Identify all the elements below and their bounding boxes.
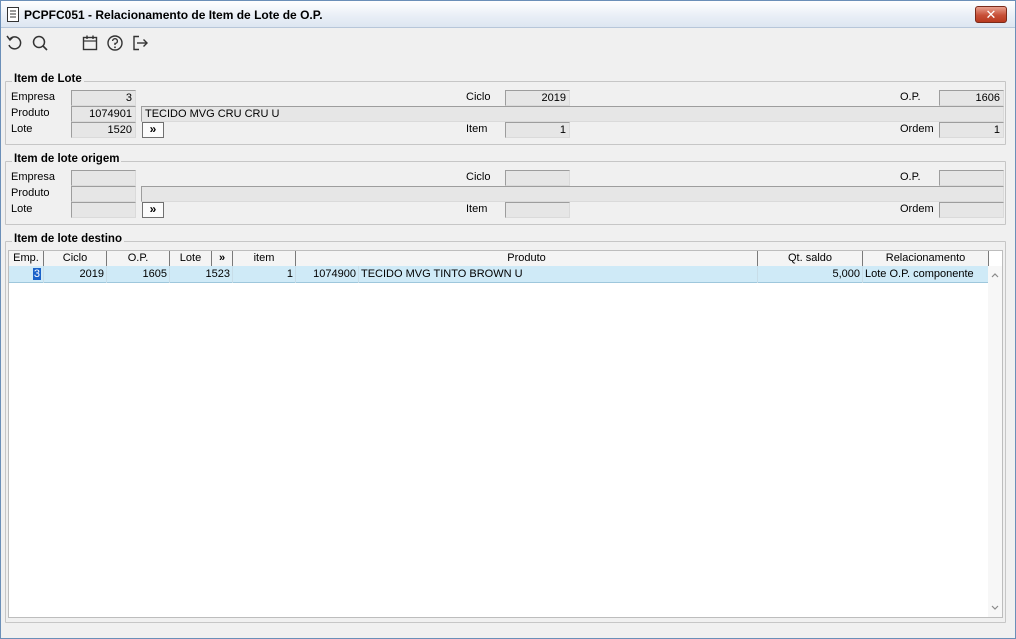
empresa-field[interactable]: 3 (71, 90, 136, 106)
item-field[interactable] (505, 202, 570, 218)
ordem-field[interactable]: 1 (939, 122, 1004, 138)
produto-description-field (141, 186, 1004, 202)
produto-description-field: TECIDO MVG CRU CRU U (141, 106, 1004, 122)
cell-item[interactable]: 1 (233, 266, 296, 283)
grid-header: Emp. Ciclo O.P. Lote » item Produto Qt. … (9, 251, 989, 266)
column-header-qt-saldo[interactable]: Qt. saldo (758, 251, 863, 266)
group-title: Item de lote destino (12, 233, 124, 245)
ciclo-field[interactable]: 2019 (505, 90, 570, 106)
column-header-lote[interactable]: Lote (170, 251, 212, 266)
chevron-up-icon[interactable] (990, 270, 1000, 280)
window-title: PCPFC051 - Relacionamento de Item de Lot… (24, 8, 323, 22)
op-field[interactable]: 1606 (939, 90, 1004, 106)
item-de-lote-group: Item de Lote Empresa 3 Ciclo 2019 O.P. 1… (5, 73, 1006, 145)
table-row[interactable]: 3 2019 1605 1523 1 1074900 TECIDO MVG TI… (9, 266, 989, 283)
item-label: Item (466, 203, 488, 215)
undo-icon[interactable] (5, 33, 25, 53)
produto-label: Produto (11, 187, 50, 199)
cell-relacionamento[interactable]: Lote O.P. componente (863, 266, 989, 283)
op-field[interactable] (939, 170, 1004, 186)
column-header-op[interactable]: O.P. (107, 251, 170, 266)
op-label: O.P. (900, 171, 921, 183)
column-header-emp[interactable]: Emp. (9, 251, 44, 266)
cell-produto-description[interactable]: TECIDO MVG TINTO BROWN U (359, 266, 758, 283)
lote-label: Lote (11, 203, 33, 215)
lote-field[interactable]: 1520 (71, 122, 136, 138)
lote-lookup-button[interactable]: » (142, 202, 164, 218)
item-label: Item (466, 123, 488, 135)
help-icon[interactable] (105, 33, 125, 53)
ciclo-field[interactable] (505, 170, 570, 186)
destino-grid[interactable]: Emp. Ciclo O.P. Lote » item Produto Qt. … (8, 250, 1003, 618)
ordem-label: Ordem (900, 203, 934, 215)
cell-op[interactable]: 1605 (107, 266, 170, 283)
close-icon: ✕ (985, 7, 997, 22)
item-field[interactable]: 1 (505, 122, 570, 138)
item-de-lote-origem-group: Item de lote origem Empresa Ciclo O.P. P… (5, 153, 1006, 225)
chevron-down-icon[interactable] (990, 603, 1000, 613)
produto-code-field[interactable] (71, 186, 136, 202)
produto-label: Produto (11, 107, 50, 119)
search-icon[interactable] (30, 33, 50, 53)
exit-icon[interactable] (130, 33, 150, 53)
lote-label: Lote (11, 123, 33, 135)
empresa-field[interactable] (71, 170, 136, 186)
toolbar (2, 29, 1014, 59)
title-bar: PCPFC051 - Relacionamento de Item de Lot… (1, 1, 1015, 28)
group-title: Item de lote origem (12, 153, 122, 165)
group-title: Item de Lote (12, 73, 84, 85)
cell-lote[interactable]: 1523 (170, 266, 233, 283)
op-label: O.P. (900, 91, 921, 103)
lote-lookup-button[interactable]: » (142, 122, 164, 138)
cell-qt-saldo[interactable]: 5,000 (758, 266, 863, 283)
empresa-label: Empresa (11, 171, 56, 183)
column-header-produto[interactable]: Produto (296, 251, 758, 266)
cell-produto-code[interactable]: 1074900 (296, 266, 359, 283)
calendar-icon[interactable] (80, 33, 100, 53)
ordem-field[interactable] (939, 202, 1004, 218)
ciclo-label: Ciclo (466, 91, 491, 103)
cell-emp[interactable]: 3 (9, 266, 44, 283)
column-header-relacionamento[interactable]: Relacionamento (863, 251, 989, 266)
ciclo-label: Ciclo (466, 171, 491, 183)
vertical-scrollbar[interactable] (988, 266, 1002, 617)
application-window: PCPFC051 - Relacionamento de Item de Lot… (0, 0, 1016, 639)
document-icon (7, 7, 19, 22)
cell-ciclo[interactable]: 2019 (44, 266, 107, 283)
column-header-lookup[interactable]: » (212, 251, 233, 266)
lote-field[interactable] (71, 202, 136, 218)
column-header-ciclo[interactable]: Ciclo (44, 251, 107, 266)
column-header-item[interactable]: item (233, 251, 296, 266)
ordem-label: Ordem (900, 123, 934, 135)
produto-code-field[interactable]: 1074901 (71, 106, 136, 122)
empresa-label: Empresa (11, 91, 56, 103)
close-button[interactable]: ✕ (975, 6, 1007, 23)
